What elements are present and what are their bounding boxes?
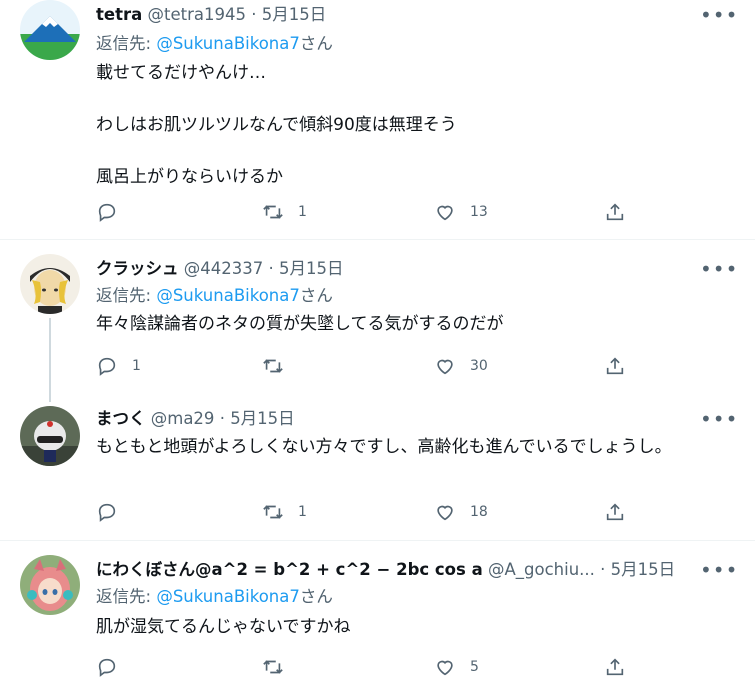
mention-link[interactable]: @SukunaBikona7 xyxy=(156,34,300,53)
like-count: 30 xyxy=(470,358,488,374)
like-icon xyxy=(437,205,453,221)
like-button[interactable]: 13 xyxy=(434,198,488,226)
tweet-date[interactable]: 5月15日 xyxy=(230,409,295,428)
retweet-button[interactable] xyxy=(262,352,298,380)
more-icon[interactable]: ••• xyxy=(700,5,737,28)
like-button[interactable]: 30 xyxy=(434,352,488,380)
avatar[interactable] xyxy=(20,406,80,466)
retweet-icon xyxy=(263,505,283,519)
reply-button[interactable] xyxy=(96,498,132,526)
reply-icon xyxy=(98,357,116,376)
like-icon xyxy=(437,660,453,676)
tweet[interactable]: クラッシュ @442337 · 5月15日 ••• 返信先: @SukunaBi… xyxy=(0,240,755,390)
like-button[interactable]: 5 xyxy=(434,653,479,681)
user-handle[interactable]: @442337 xyxy=(184,259,264,278)
reply-suffix: さん xyxy=(299,286,333,305)
like-button[interactable]: 18 xyxy=(434,498,488,526)
anime-character-avatar-image xyxy=(20,254,80,314)
share-button[interactable] xyxy=(604,653,626,681)
tweet-actions: 1 18 xyxy=(96,498,656,526)
avatar[interactable] xyxy=(20,0,80,60)
share-icon xyxy=(606,658,624,676)
tweet[interactable]: tetra @tetra1945 · 5月15日 ••• 返信先: @Sukun… xyxy=(0,0,755,239)
tweet[interactable]: まつく @ma29 · 5月15日 ••• もともと地頭がよろしくない方々ですし… xyxy=(0,392,755,537)
reply-context: 返信先: @SukunaBikona7さん xyxy=(96,587,333,607)
reply-prefix: 返信先: xyxy=(96,34,157,53)
like-count: 13 xyxy=(470,204,488,220)
share-icon xyxy=(606,203,624,221)
mention-link[interactable]: @SukunaBikona7 xyxy=(156,286,300,305)
avatar[interactable] xyxy=(20,555,80,615)
retweet-button[interactable] xyxy=(262,653,298,681)
share-button[interactable] xyxy=(604,498,626,526)
retweet-count: 1 xyxy=(298,504,307,520)
tweet-header: tetra @tetra1945 · 5月15日 xyxy=(96,5,326,25)
retweet-button[interactable]: 1 xyxy=(262,198,307,226)
display-name[interactable]: クラッシュ xyxy=(96,259,179,278)
retweet-icon xyxy=(263,359,283,373)
reply-icon xyxy=(98,203,116,222)
user-handle[interactable]: @A_gochiu... xyxy=(488,560,595,579)
tweet-header: にわくぼさん@a^2 = b^2 + c^2 − 2bc cos a @A_go… xyxy=(96,560,675,580)
share-button[interactable] xyxy=(604,198,626,226)
reply-context: 返信先: @SukunaBikona7さん xyxy=(96,286,333,306)
retweet-count: 1 xyxy=(298,204,307,220)
reply-prefix: 返信先: xyxy=(96,286,157,305)
separator-dot: · xyxy=(268,259,274,278)
retweet-icon xyxy=(263,660,283,674)
reply-count: 1 xyxy=(132,358,141,374)
avatar[interactable] xyxy=(20,254,80,314)
tweet-text: もともと地頭がよろしくない方々ですし、高齢化も進んでいるでしょうし。 xyxy=(96,437,672,457)
tweet-actions: 5 xyxy=(96,653,656,681)
reply-icon xyxy=(98,503,116,522)
tweet-actions: 1 30 xyxy=(96,352,656,380)
tweet-date[interactable]: 5月15日 xyxy=(611,560,676,579)
share-button[interactable] xyxy=(604,352,626,380)
user-handle[interactable]: @ma29 xyxy=(151,409,215,428)
tweet-text: 肌が湿気てるんじゃないですかね xyxy=(96,617,351,637)
user-handle[interactable]: @tetra1945 xyxy=(148,5,246,24)
retweet-icon xyxy=(263,205,283,219)
separator-dot: · xyxy=(600,560,606,579)
reply-button[interactable] xyxy=(96,198,132,226)
reply-context: 返信先: @SukunaBikona7さん xyxy=(96,34,333,54)
more-icon[interactable]: ••• xyxy=(700,259,737,282)
like-icon xyxy=(437,505,453,521)
mention-link[interactable]: @SukunaBikona7 xyxy=(156,587,300,606)
separator-dot: · xyxy=(219,409,225,428)
tweet-header: まつく @ma29 · 5月15日 xyxy=(96,409,295,429)
more-icon[interactable]: ••• xyxy=(700,409,737,432)
more-icon[interactable]: ••• xyxy=(700,560,737,583)
like-icon xyxy=(437,359,453,375)
helmet-avatar-image xyxy=(20,406,80,466)
pink-hair-character-avatar-image xyxy=(20,555,80,615)
like-count: 5 xyxy=(470,659,479,675)
share-icon xyxy=(606,503,624,521)
tweet-actions: 1 13 xyxy=(96,198,656,226)
tweet-text: 年々陰謀論者のネタの質が失墜してる気がするのだが xyxy=(96,314,504,334)
reply-suffix: さん xyxy=(299,587,333,606)
like-count: 18 xyxy=(470,504,488,520)
tweet-header: クラッシュ @442337 · 5月15日 xyxy=(96,259,344,279)
reply-icon xyxy=(98,658,116,677)
reply-button[interactable]: 1 xyxy=(96,352,141,380)
retweet-button[interactable]: 1 xyxy=(262,498,307,526)
reply-prefix: 返信先: xyxy=(96,587,157,606)
share-icon xyxy=(606,357,624,375)
display-name[interactable]: tetra xyxy=(96,5,142,24)
tweet-date[interactable]: 5月15日 xyxy=(279,259,344,278)
tweet-text: 載せてるだけやんけ… わしはお肌ツルツルなんで傾斜90度は無理そう 風呂上がりな… xyxy=(96,63,457,187)
tweet[interactable]: にわくぼさん@a^2 = b^2 + c^2 − 2bc cos a @A_go… xyxy=(0,541,755,693)
reply-suffix: さん xyxy=(299,34,333,53)
tweet-date[interactable]: 5月15日 xyxy=(262,5,327,24)
display-name[interactable]: まつく xyxy=(96,409,146,428)
display-name[interactable]: にわくぼさん@a^2 = b^2 + c^2 − 2bc cos a xyxy=(96,560,483,579)
separator-dot: · xyxy=(251,5,257,24)
mountain-avatar-image xyxy=(20,0,80,60)
reply-button[interactable] xyxy=(96,653,132,681)
